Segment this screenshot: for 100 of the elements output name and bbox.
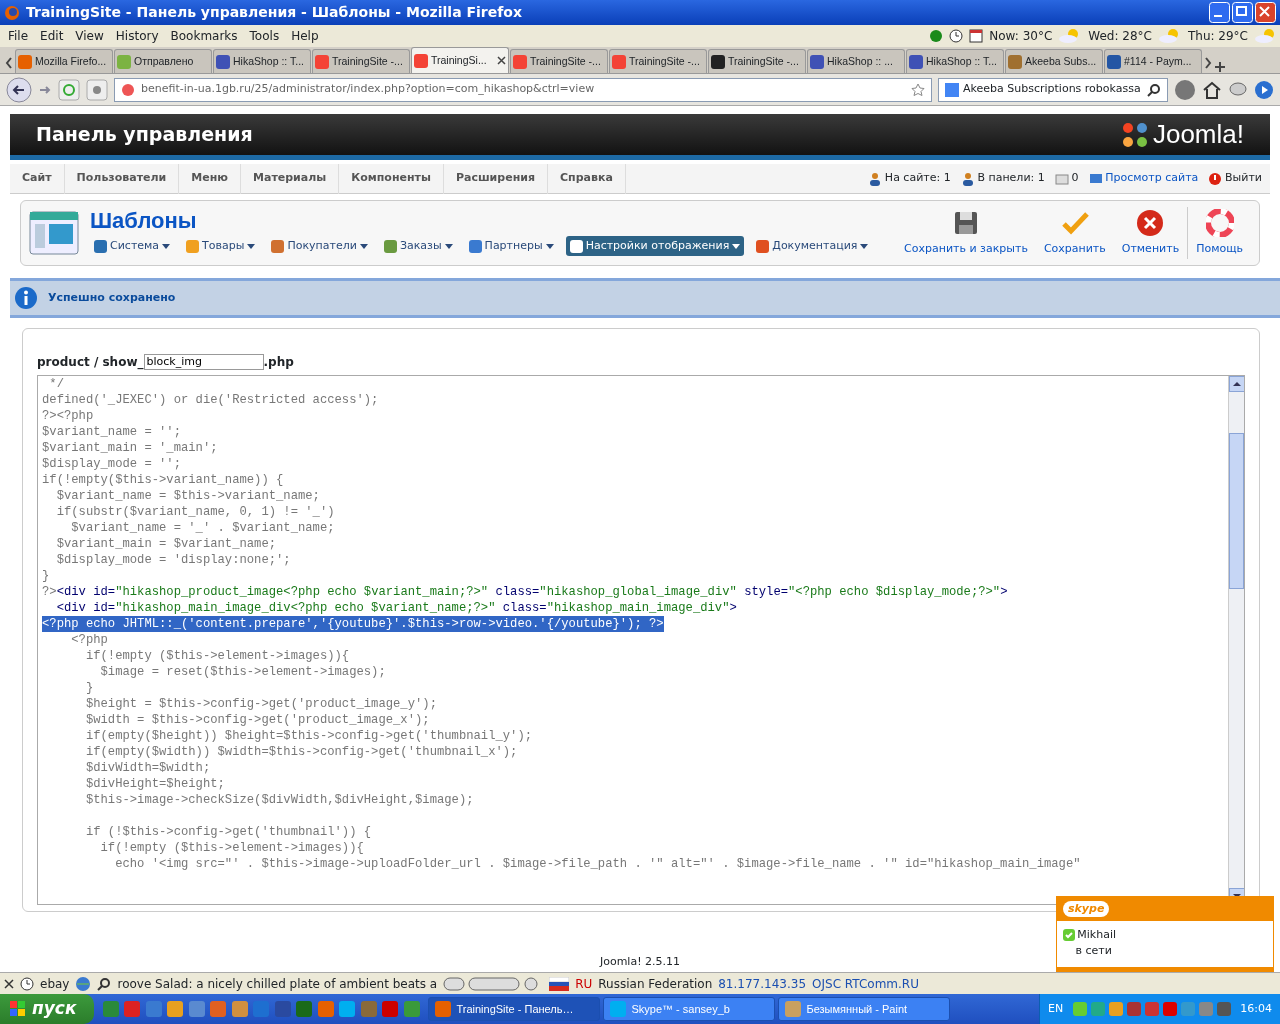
admin-menu-item[interactable]: Расширения [443,163,549,194]
maximize-button[interactable] [1232,2,1253,23]
browser-tab[interactable]: HikaShop :: T... [906,49,1004,73]
taskbar-button[interactable]: Skype™ - sansey_b [603,997,776,1021]
power-icon [1208,171,1223,186]
toolbar-button[interactable]: Сохранить [1035,206,1114,260]
submenu-item[interactable]: Заказы [379,235,457,257]
submenu-item[interactable]: Документация [752,235,873,257]
code-line: defined('_JEXEC') or die('Restricted access'); [42,392,379,408]
menu-item[interactable]: Bookmarks [164,27,244,45]
browser-tab[interactable]: HikaShop :: T... [213,49,311,73]
tray-icon[interactable] [1216,1002,1231,1016]
scrollbar-thumb[interactable] [1229,432,1244,589]
weather-label: Now: 30°C [989,28,1053,45]
toolbar-button[interactable]: Отменить [1113,206,1188,260]
site-icon [121,82,135,97]
view-site-link[interactable]: Просмотр сайта [1105,170,1199,187]
search-icon[interactable] [1147,82,1161,97]
language-indicator[interactable]: EN [1048,1000,1064,1018]
admin-menu-item[interactable]: Компоненты [339,163,444,194]
admin-menu-item[interactable]: Материалы [241,163,340,194]
browser-tab[interactable]: Отправлено [114,49,212,73]
menu-item[interactable]: Help [285,27,325,45]
browser-tab[interactable]: TrainingSite -... [312,49,410,73]
quick-launch-icon[interactable] [210,1001,227,1017]
menu-item[interactable]: View [69,27,110,45]
star-icon[interactable] [911,82,925,97]
admin-menu-item[interactable]: Справка [548,163,626,194]
quick-launch-icon[interactable] [382,1001,399,1017]
quick-launch-icon[interactable] [360,1001,377,1017]
submenu-item[interactable]: Товары [182,235,260,257]
browser-tab[interactable]: TrainingSi... [411,47,509,73]
submenu-item[interactable]: Партнеры [464,235,558,257]
play-icon[interactable] [1254,79,1274,100]
minimize-button[interactable] [1209,2,1230,23]
code-line: $image = reset($this->element->images); [99,664,386,680]
footer-version: Joomla! 2.5.11 [598,953,682,970]
file-name-field[interactable]: block_img [143,354,264,370]
caret-icon [545,243,554,249]
refresh-icon[interactable] [58,78,80,101]
quick-launch-icon[interactable] [339,1001,356,1017]
submenu-item[interactable]: Система [90,235,175,257]
browser-tab[interactable]: Akeeba Subs... [1005,49,1103,73]
submenu-item[interactable]: Настройки отображения [565,235,745,257]
menu-item-icon [756,239,770,253]
contact-status: в сети [1074,943,1113,959]
submenu-item[interactable]: Покупатели [267,235,372,257]
template-icon [29,211,79,255]
admin-menu-item[interactable]: Сайт [10,163,65,194]
menu-item[interactable]: Edit [34,27,70,45]
close-icon[interactable] [497,56,506,65]
quick-launch-icon[interactable] [188,1001,205,1017]
tray-icon[interactable] [1126,1002,1141,1016]
menu-item[interactable]: File [2,27,35,45]
back-icon[interactable] [6,76,32,103]
quick-launch-icon[interactable] [167,1001,184,1017]
plus-icon[interactable] [1214,61,1226,73]
puzzle-icon[interactable] [86,78,108,101]
adblock-icon[interactable] [1174,78,1196,101]
admin-menu-item[interactable]: Меню [179,163,241,194]
browser-tab[interactable]: TrainingSite -... [510,49,608,73]
browser-tab[interactable]: TrainingSite -... [708,49,806,73]
ebay-label[interactable]: ebay [40,974,70,993]
tray-icon[interactable] [1162,1002,1177,1016]
address-bar[interactable]: benefit-in-ua.1gb.ru/25/administrator/index.php?option=com_hikashop&ctrl=view [114,77,932,102]
quick-launch-icon[interactable] [231,1001,248,1017]
browser-tab[interactable]: TrainingSite -... [609,49,707,73]
toolbar-button[interactable]: Сохранить и закрыть [896,206,1036,260]
weather-label: Thu: 29°C [1187,28,1248,45]
isp-name: OJSC RTComm.RU [812,975,919,993]
menu-item[interactable]: History [109,27,165,45]
tray-icon[interactable] [1108,1002,1123,1016]
cancel-icon [1136,208,1165,237]
quick-launch-icon[interactable] [403,1001,420,1017]
start-button[interactable]: пуск [0,994,95,1024]
tray-icon[interactable] [1072,1002,1087,1016]
quick-launch-icon[interactable] [145,1001,162,1017]
code-line: $display_mode = ''; [42,456,181,472]
browser-tab[interactable]: Mozilla Firefo... [15,49,113,73]
menu-item[interactable]: Tools [243,27,286,45]
logout-link[interactable]: Выйти [1225,170,1262,187]
scroll-up-button[interactable] [1229,376,1244,392]
taskbar-button[interactable]: Безымянный - Paint [778,997,951,1021]
tray-icon[interactable] [1090,1002,1105,1016]
quick-launch-icon[interactable] [253,1001,270,1017]
browser-tab[interactable]: HikaShop :: ... [807,49,905,73]
menu-item-icon [94,239,107,253]
close-button[interactable] [1255,2,1276,23]
toolbar-button[interactable]: Помощь [1187,206,1251,260]
home-icon[interactable] [1202,79,1222,100]
admin-menu-item[interactable]: Пользователи [64,163,180,194]
tray-icon[interactable] [1144,1002,1159,1016]
search-field[interactable]: Akeeba Subscriptions robokassa [938,77,1168,102]
close-icon[interactable] [4,978,14,989]
quick-launch-icon[interactable] [102,1001,119,1017]
quick-launch-icon[interactable] [124,1001,141,1017]
quick-launch-icon[interactable] [317,1001,334,1017]
quick-launch-icon[interactable] [274,1001,291,1017]
browser-tab[interactable]: #114 - Paym... [1104,49,1202,73]
taskbar-button[interactable]: TrainingSite - Панель… [428,997,601,1021]
